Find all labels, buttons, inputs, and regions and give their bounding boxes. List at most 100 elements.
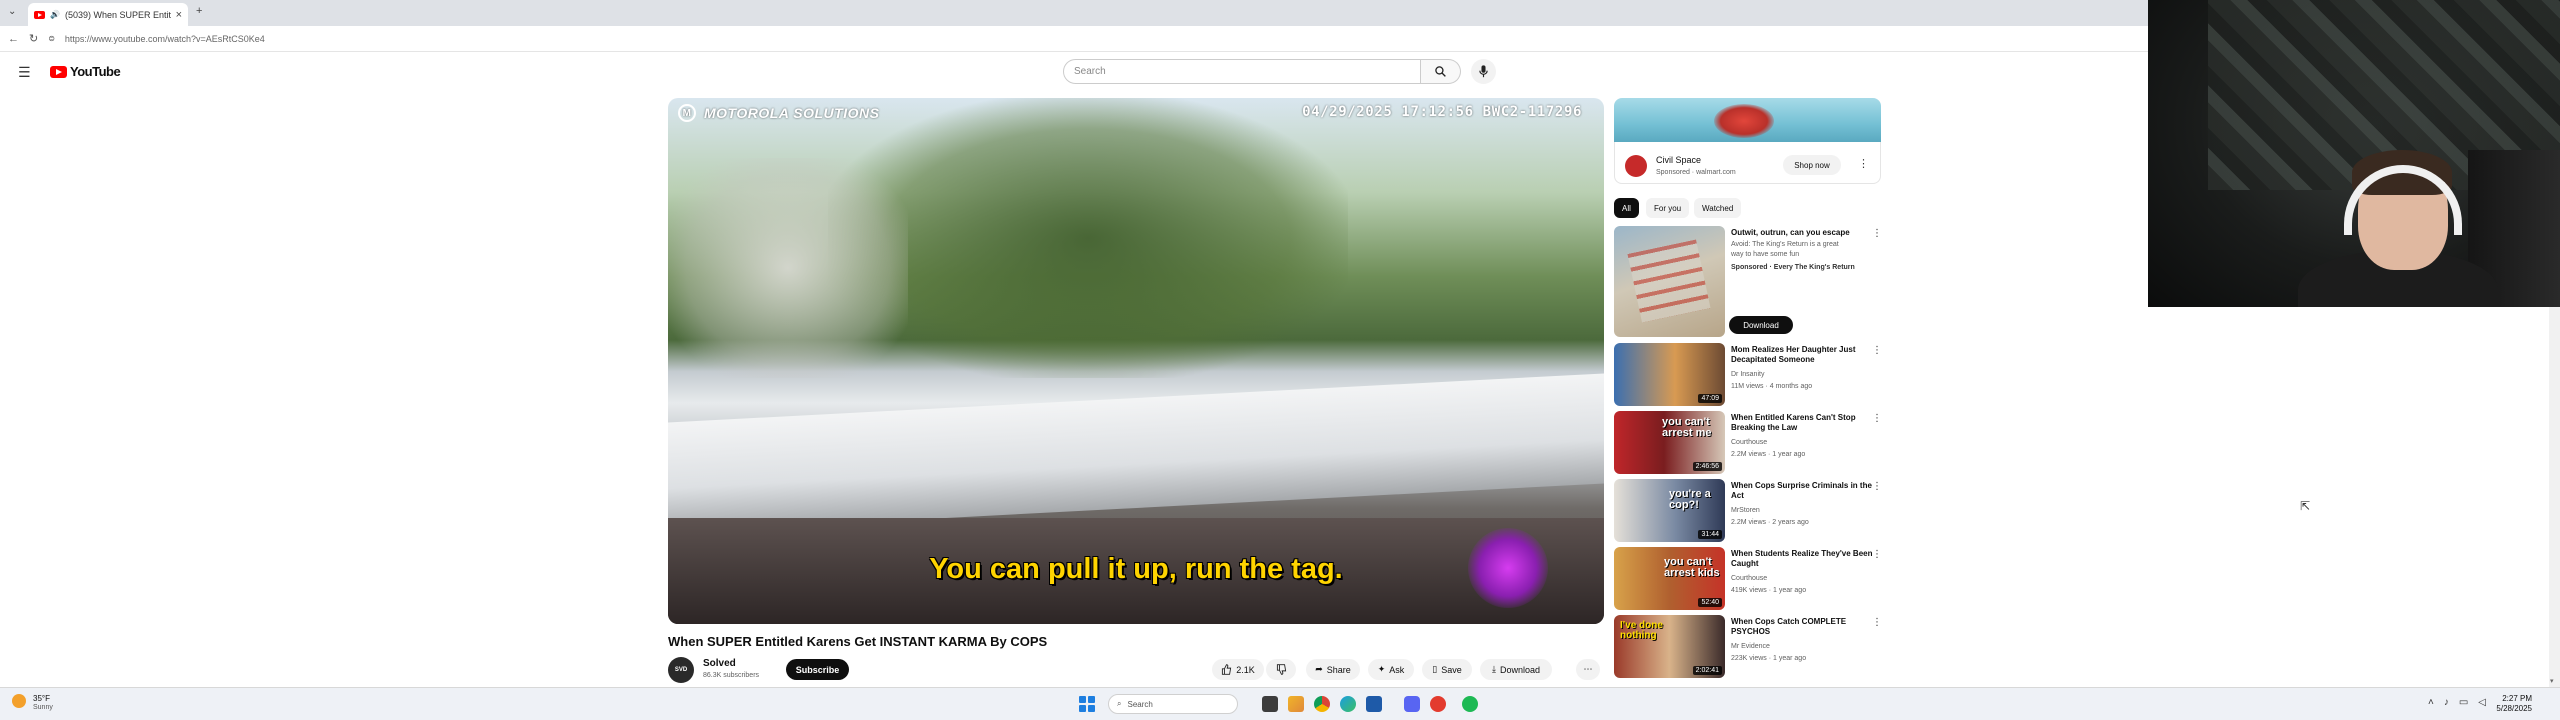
mouse-cursor-icon: ⇱ bbox=[2300, 499, 2311, 513]
discord-icon[interactable] bbox=[1404, 696, 1420, 712]
url-field[interactable]: https://www.youtube.com/watch?v=AEsRtCS0… bbox=[65, 34, 265, 44]
thumb-overlay-text: you're a cop?! bbox=[1669, 488, 1711, 511]
app-icon[interactable] bbox=[1430, 696, 1446, 712]
recommended-channel[interactable]: MrStoren bbox=[1731, 506, 1881, 515]
recommended-thumbnail[interactable]: you can't arrest me 2:46:56 bbox=[1614, 411, 1725, 474]
channel-avatar[interactable]: SVD bbox=[668, 657, 694, 683]
recommended-thumbnail[interactable]: I've done nothing 2:02:41 bbox=[1614, 615, 1725, 678]
weather-condition: Sunny bbox=[33, 704, 53, 711]
recommended-title[interactable]: When Entitled Karens Can't Stop Breaking… bbox=[1731, 413, 1881, 433]
ad-download-button[interactable]: Download bbox=[1729, 316, 1793, 334]
address-bar: ← ↻ ⊜ https://www.youtube.com/watch?v=AE… bbox=[0, 26, 2148, 52]
ad-banner-image[interactable] bbox=[1614, 98, 1881, 142]
ask-button[interactable]: ✦ Ask bbox=[1368, 659, 1414, 680]
store-icon[interactable] bbox=[1366, 696, 1382, 712]
edge-icon[interactable] bbox=[1340, 696, 1356, 712]
recommended-more-icon[interactable]: ⋮ bbox=[1872, 617, 1882, 628]
recommended-more-icon[interactable]: ⋮ bbox=[1872, 228, 1882, 239]
bookmark-icon: ▯ bbox=[1432, 664, 1438, 674]
recommended-thumbnail[interactable]: you're a cop?! 31:44 bbox=[1614, 479, 1725, 542]
search-button[interactable] bbox=[1421, 59, 1461, 84]
windows-start-icon[interactable] bbox=[1079, 696, 1095, 712]
tray-chevron-icon[interactable]: ˄ bbox=[2428, 697, 2434, 708]
spotify-icon[interactable] bbox=[1462, 696, 1478, 712]
browser-tab-active[interactable]: 🔊 (5039) When SUPER Entitled K × bbox=[28, 3, 188, 26]
voice-search-button[interactable] bbox=[1471, 59, 1496, 84]
chip-watched[interactable]: Watched bbox=[1694, 198, 1742, 218]
menu-icon[interactable]: ☰ bbox=[18, 64, 31, 81]
recommended-sponsored: Sponsored · Every The King's Return bbox=[1731, 264, 1855, 271]
recommended-thumbnail[interactable]: 47:09 bbox=[1614, 343, 1725, 406]
taskbar-clock-date[interactable]: 5/28/2025 bbox=[2490, 704, 2532, 713]
recommended-thumbnail[interactable] bbox=[1614, 226, 1725, 337]
advertiser-icon[interactable] bbox=[1625, 155, 1647, 177]
tray-network-icon[interactable]: ▭ bbox=[2459, 697, 2468, 708]
recommended-stats: 11M views · 4 months ago bbox=[1731, 383, 1813, 390]
tab-close-icon[interactable]: × bbox=[176, 9, 182, 21]
shop-now-button[interactable]: Shop now bbox=[1783, 155, 1841, 175]
like-button[interactable]: 2.1K bbox=[1212, 659, 1264, 680]
thumb-game-art bbox=[1627, 239, 1711, 323]
taskbar-search[interactable]: ⌕ Search bbox=[1108, 694, 1238, 714]
youtube-logo[interactable]: YouTube bbox=[50, 64, 121, 79]
thumb-overlay-text: I've done nothing bbox=[1620, 620, 1663, 641]
new-tab-button[interactable]: + bbox=[196, 5, 202, 17]
tray-volume-icon[interactable]: ◁ bbox=[2478, 697, 2486, 708]
windows-taskbar bbox=[0, 687, 2560, 720]
recommended-more-icon[interactable]: ⋮ bbox=[1872, 345, 1882, 356]
dislike-button[interactable] bbox=[1266, 659, 1296, 680]
download-button[interactable]: ⤓ Download bbox=[1480, 659, 1552, 680]
advertiser-name[interactable]: Civil Space bbox=[1656, 155, 1701, 165]
ad-more-icon[interactable]: ⋮ bbox=[1858, 157, 1869, 170]
recommended-more-icon[interactable]: ⋮ bbox=[1872, 413, 1882, 424]
recommended-stats: 223K views · 1 year ago bbox=[1731, 655, 1807, 662]
webcam-overlay bbox=[2148, 0, 2560, 307]
page-scrollbar[interactable]: ▾ bbox=[2549, 307, 2560, 687]
channel-name[interactable]: Solved bbox=[703, 658, 736, 669]
taskbar-clock-time[interactable]: 2:27 PM bbox=[2490, 694, 2532, 703]
weather-temperature[interactable]: 35°F bbox=[33, 694, 50, 703]
recommended-title[interactable]: When Students Realize They've Been Caugh… bbox=[1731, 549, 1881, 569]
download-label: Download bbox=[1499, 664, 1540, 675]
bodycam-brand-watermark: M MOTOROLA SOLUTIONS bbox=[678, 104, 879, 122]
subscribe-button[interactable]: Subscribe bbox=[786, 659, 849, 680]
recommended-title[interactable]: Outwit, outrun, can you escape bbox=[1731, 228, 1881, 238]
video-player[interactable]: M MOTOROLA SOLUTIONS 04/29/2025 17:12:56… bbox=[668, 98, 1604, 624]
reload-icon[interactable]: ↻ bbox=[29, 32, 38, 45]
chrome-icon[interactable] bbox=[1314, 696, 1330, 712]
recommended-title[interactable]: When Cops Catch COMPLETE PSYCHOS bbox=[1731, 617, 1881, 637]
search-input[interactable]: Search bbox=[1063, 59, 1421, 84]
tab-search-icon[interactable]: ⌄ bbox=[8, 6, 16, 17]
file-explorer-icon[interactable] bbox=[1288, 696, 1304, 712]
recommended-more-icon[interactable]: ⋮ bbox=[1872, 481, 1882, 492]
chip-for-you[interactable]: For you bbox=[1646, 198, 1690, 218]
back-arrow-icon[interactable]: ← bbox=[8, 33, 19, 45]
speaker-icon[interactable]: 🔊 bbox=[50, 10, 60, 19]
bodycam-brand-text: MOTOROLA SOLUTIONS bbox=[704, 105, 880, 121]
tray-mic-icon[interactable]: ♪ bbox=[2444, 697, 2449, 708]
more-actions-button[interactable]: ⋯ bbox=[1576, 659, 1600, 680]
recommended-meta: way to have some fun bbox=[1731, 251, 1800, 258]
task-view-icon[interactable] bbox=[1262, 696, 1278, 712]
recommended-channel[interactable]: Courthouse bbox=[1731, 438, 1881, 447]
recommended-title[interactable]: When Cops Surprise Criminals in the Act bbox=[1731, 481, 1881, 501]
channel-subscriber-count: 86.3K subscribers bbox=[703, 672, 760, 679]
recommended-channel[interactable]: Mr Evidence bbox=[1731, 642, 1881, 651]
video-duration: 47:09 bbox=[1698, 394, 1722, 403]
recommended-thumbnail[interactable]: you can't arrest kids 52:40 bbox=[1614, 547, 1725, 610]
youtube-logo-text: YouTube bbox=[70, 64, 121, 79]
share-label: Share bbox=[1326, 664, 1351, 675]
site-info-icon[interactable]: ⊜ bbox=[48, 34, 55, 43]
recommended-more-icon[interactable]: ⋮ bbox=[1872, 549, 1882, 560]
video-caption: You can pull it up, run the tag. bbox=[929, 553, 1343, 585]
chip-all[interactable]: All bbox=[1614, 198, 1639, 218]
recommended-channel[interactable]: Dr Insanity bbox=[1731, 370, 1881, 379]
scroll-down-arrow-icon[interactable]: ▾ bbox=[2550, 677, 2554, 685]
recommended-channel[interactable]: Courthouse bbox=[1731, 574, 1881, 583]
recommended-stats: 2.2M views · 1 year ago bbox=[1731, 451, 1806, 458]
weather-sun-icon[interactable] bbox=[12, 694, 26, 708]
bodycam-timestamp: 04/29/2025 17:12:56 BWC2-117296 bbox=[1302, 104, 1582, 120]
share-button[interactable]: ➦ Share bbox=[1306, 659, 1360, 680]
save-button[interactable]: ▯ Save bbox=[1422, 659, 1472, 680]
recommended-title[interactable]: Mom Realizes Her Daughter Just Decapitat… bbox=[1731, 345, 1881, 365]
